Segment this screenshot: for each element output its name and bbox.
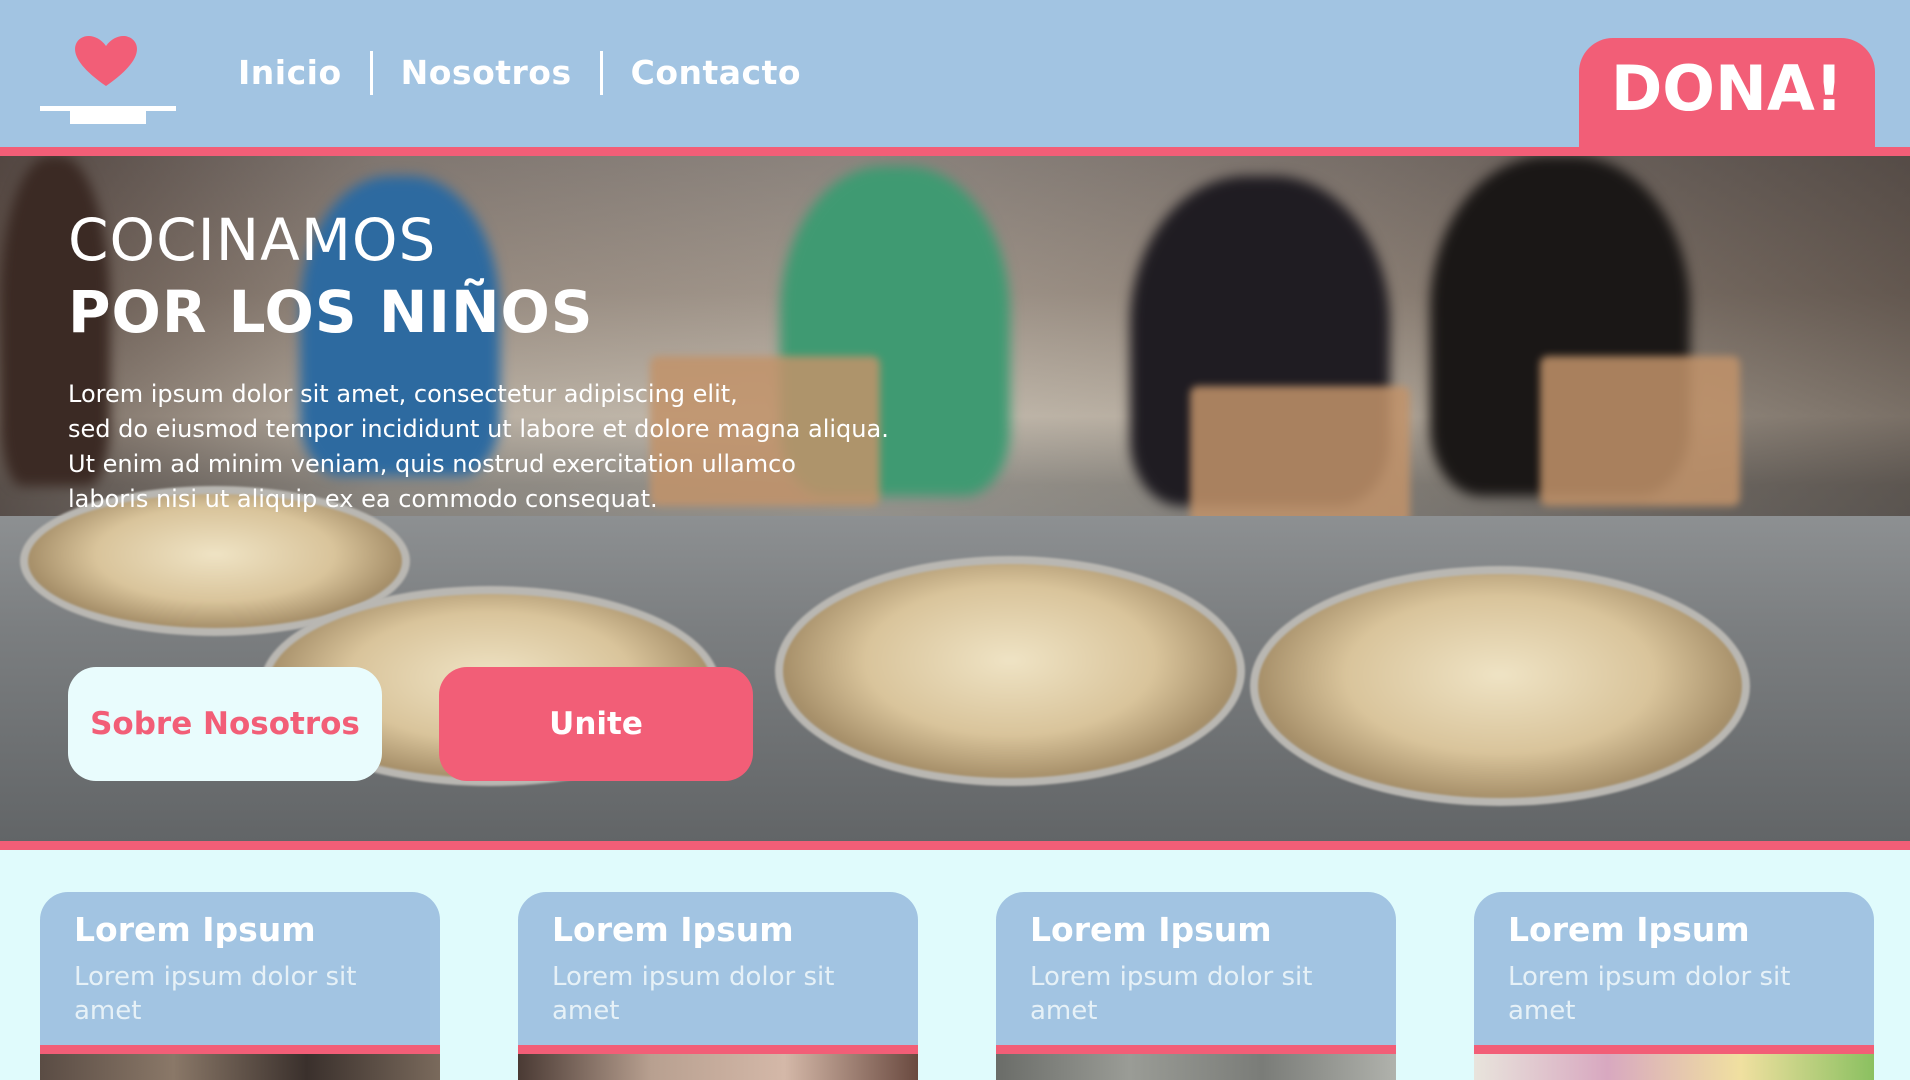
hero-title-line2: POR LOS NIÑOS bbox=[68, 278, 594, 346]
card-title: Lorem Ipsum bbox=[1030, 910, 1272, 949]
bread-basket bbox=[1250, 566, 1750, 806]
card-image bbox=[40, 1054, 440, 1080]
card-text: Lorem ipsum dolor sit amet bbox=[1508, 962, 1791, 1026]
card-text: Lorem ipsum dolor sit amet bbox=[74, 962, 357, 1026]
card-title: Lorem Ipsum bbox=[1508, 910, 1750, 949]
card-divider bbox=[1474, 1045, 1874, 1054]
card-text: Lorem ipsum dolor sit amet bbox=[552, 962, 835, 1026]
card-title: Lorem Ipsum bbox=[74, 910, 316, 949]
nav-item-nosotros[interactable]: Nosotros bbox=[373, 50, 600, 96]
card-title: Lorem Ipsum bbox=[552, 910, 794, 949]
hero-description-line: sed do eiusmod tempor incididunt ut labo… bbox=[68, 415, 889, 443]
about-us-button[interactable]: Sobre Nosotros bbox=[68, 667, 382, 781]
card-divider bbox=[518, 1045, 918, 1054]
hero-divider bbox=[0, 841, 1910, 850]
main-nav: Inicio Nosotros Contacto bbox=[238, 50, 829, 96]
bread-basket bbox=[775, 556, 1245, 786]
hero-title-line1: COCINAMOS bbox=[68, 206, 437, 274]
nav-item-contacto[interactable]: Contacto bbox=[603, 50, 829, 96]
donate-button[interactable]: DONA! bbox=[1579, 38, 1875, 152]
info-card[interactable]: Lorem Ipsum Lorem ipsum dolor sit amet bbox=[996, 892, 1396, 1080]
card-divider bbox=[996, 1045, 1396, 1054]
info-card[interactable]: Lorem Ipsum Lorem ipsum dolor sit amet bbox=[1474, 892, 1874, 1080]
hero-description-line: Lorem ipsum dolor sit amet, consectetur … bbox=[68, 380, 738, 408]
hero-bg-chair bbox=[1190, 386, 1410, 526]
info-card[interactable]: Lorem Ipsum Lorem ipsum dolor sit amet bbox=[518, 892, 918, 1080]
hero-description-line: Ut enim ad minim veniam, quis nostrud ex… bbox=[68, 450, 796, 478]
header-divider bbox=[0, 147, 1910, 156]
info-card[interactable]: Lorem Ipsum Lorem ipsum dolor sit amet bbox=[40, 892, 440, 1080]
card-divider bbox=[40, 1045, 440, 1054]
card-text: Lorem ipsum dolor sit amet bbox=[1030, 962, 1313, 1026]
card-image bbox=[1474, 1054, 1874, 1080]
hero-bg-chair bbox=[1540, 356, 1740, 506]
nav-item-inicio[interactable]: Inicio bbox=[238, 50, 370, 96]
hero-description: Lorem ipsum dolor sit amet, consectetur … bbox=[68, 377, 889, 517]
hero-description-line: laboris nisi ut aliquip ex ea commodo co… bbox=[68, 485, 658, 513]
join-button[interactable]: Unite bbox=[439, 667, 753, 781]
site-header: Inicio Nosotros Contacto DONA! bbox=[0, 0, 1910, 152]
heart-on-plate-icon[interactable] bbox=[40, 28, 176, 124]
card-image bbox=[518, 1054, 918, 1080]
card-image bbox=[996, 1054, 1396, 1080]
